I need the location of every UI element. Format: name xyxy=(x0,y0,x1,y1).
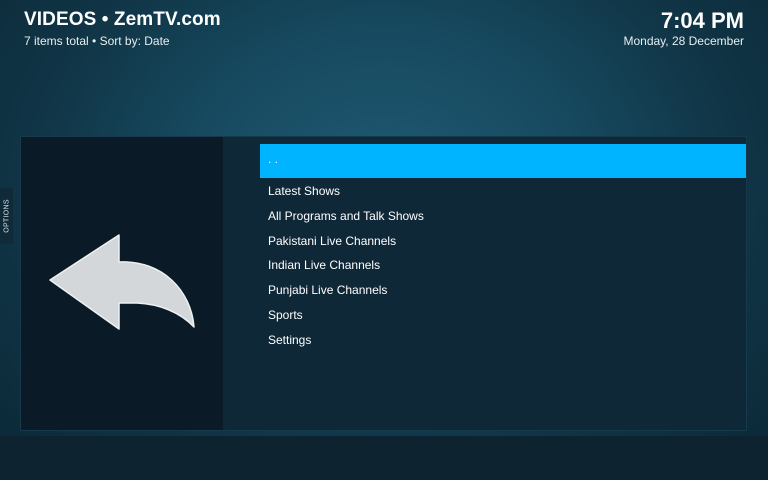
list-item-latest-shows[interactable]: Latest Shows xyxy=(260,179,746,204)
item-count-sort-info: 7 items total • Sort by: Date xyxy=(24,34,170,48)
list-item-indian-live[interactable]: Indian Live Channels xyxy=(260,253,746,278)
content-panel: . . Latest Shows All Programs and Talk S… xyxy=(20,136,747,431)
list-item-all-programs[interactable]: All Programs and Talk Shows xyxy=(260,204,746,229)
options-label: OPTIONS xyxy=(3,199,10,233)
preview-pane xyxy=(21,137,223,430)
clock-date: Monday, 28 December xyxy=(623,34,744,48)
list-item-punjabi-live[interactable]: Punjabi Live Channels xyxy=(260,278,746,303)
back-arrow-icon xyxy=(49,234,195,330)
clock-time: 7:04 PM xyxy=(660,8,744,33)
options-tab[interactable]: OPTIONS xyxy=(0,188,13,244)
file-list: . . Latest Shows All Programs and Talk S… xyxy=(260,144,746,353)
list-item-parent-folder[interactable]: . . xyxy=(260,144,746,178)
bottom-bar xyxy=(0,436,768,480)
window-title: VIDEOS • ZemTV.com xyxy=(24,9,221,30)
list-item-settings[interactable]: Settings xyxy=(260,328,746,353)
list-item-sports[interactable]: Sports xyxy=(260,303,746,328)
list-item-pakistani-live[interactable]: Pakistani Live Channels xyxy=(260,229,746,254)
